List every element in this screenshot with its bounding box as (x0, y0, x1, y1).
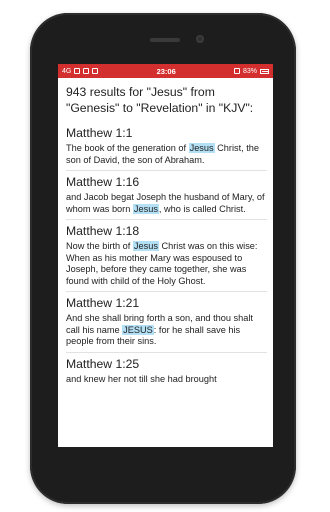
verse-reference: Matthew 1:25 (66, 356, 140, 371)
verse-text-before: Now the birth of (66, 241, 133, 251)
alarm-icon (233, 68, 240, 74)
verse-reference: Matthew 1:21 (66, 296, 140, 310)
verse-text: The book of the generation of Jesus Chri… (66, 143, 267, 166)
verse-text-before: and knew her not till she had brought (66, 373, 217, 384)
result-item[interactable]: Matthew 1:16 and Jacob begat Joseph the … (66, 171, 267, 220)
result-item[interactable]: Matthew 1:21 And she shall bring forth a… (66, 292, 267, 353)
results-header: 943 results for "Jesus" from "Genesis" t… (66, 85, 254, 115)
status-bar-right: 83% (233, 67, 269, 75)
verse-text-after: , who is called Christ. (158, 203, 246, 214)
phone-screen: 4G 23:06 83% 943 results for "Jesus" fro… (58, 64, 273, 447)
result-item[interactable]: Matthew 1:25 and knew her not till she h… (66, 353, 267, 390)
search-term-highlight: Jesus (188, 143, 215, 153)
result-item[interactable]: Matthew 1:1 The book of the generation o… (66, 122, 267, 171)
front-camera (196, 35, 204, 43)
verse-reference: Matthew 1:18 (66, 224, 140, 238)
verse-reference: Matthew 1:16 (66, 175, 140, 189)
stage: 4G 23:06 83% 943 results for "Jesus" fro… (0, 0, 330, 512)
verse-text: Now the birth of Jesus Christ was on thi… (66, 241, 267, 287)
battery-percentage: 83% (242, 67, 257, 75)
app-notification-icon (92, 68, 99, 74)
result-item[interactable]: Matthew 1:18 Now the birth of Jesus Chri… (66, 220, 267, 292)
status-bar: 4G 23:06 83% (58, 64, 273, 78)
battery-icon (259, 68, 269, 74)
search-term-highlight: JESUS (122, 324, 154, 335)
verse-text: and knew her not till she had brought (66, 374, 267, 386)
verse-text: and Jacob begat Joseph the husband of Ma… (66, 192, 267, 215)
search-term-highlight: Jesus (132, 241, 159, 251)
verse-text: And she shall bring forth a son, and tho… (66, 313, 267, 348)
status-time: 23:06 (156, 66, 176, 76)
sim-icon (74, 68, 81, 74)
verse-reference: Matthew 1:1 (66, 126, 133, 140)
search-term-highlight: Jesus (132, 203, 159, 214)
network-label: 4G (62, 67, 72, 75)
verse-text-before: The book of the generation of (66, 143, 189, 153)
earpiece-speaker (150, 38, 180, 42)
notification-icon (83, 68, 90, 74)
search-results-content: 943 results for "Jesus" from "Genesis" t… (58, 78, 273, 389)
status-bar-left: 4G (62, 67, 99, 75)
